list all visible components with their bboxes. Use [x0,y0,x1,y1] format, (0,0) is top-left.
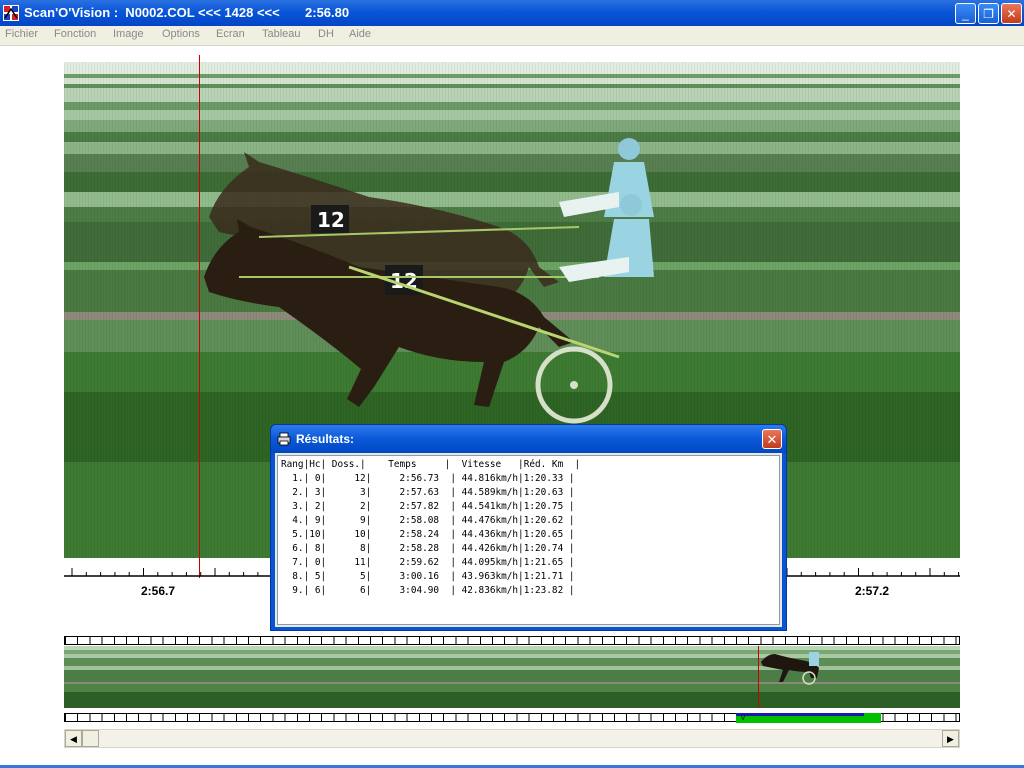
results-row: 5.|10| 10| 2:58.24 | 44.436km/h|1:20.65 … [281,529,575,540]
results-header: Rang|Hc| Doss.| Temps | Vitesse |Réd. Km… [281,459,581,470]
menu-image[interactable]: Image [113,28,144,40]
results-row: 7.| 0| 11| 2:59.62 | 44.095km/h|1:21.65 … [281,557,575,568]
window-title: Scan'O'Vision : N0002.COL <<< 1428 <<< 2… [24,5,350,20]
results-row: 2.| 3| 3| 2:57.63 | 44.589km/h|1:20.63 | [281,487,575,498]
app-icon[interactable] [3,5,19,21]
results-row: 3.| 2| 2| 2:57.82 | 44.541km/h|1:20.75 | [281,501,575,512]
printer-icon [277,432,291,446]
scroll-left-button[interactable]: ◀ [65,730,82,747]
results-row: 1.| 0| 12| 2:56.73 | 44.816km/h|1:20.33 … [281,473,575,484]
results-row: 6.| 8| 8| 2:58.28 | 44.426km/h|1:20.74 | [281,543,575,554]
menu-ecran[interactable]: Ecran [216,28,245,40]
menu-bar: Fichier Fonction Image Options Ecran Tab… [0,26,1024,46]
menu-fichier[interactable]: Fichier [5,28,38,40]
results-row: 9.| 6| 6| 3:04.90 | 42.836km/h|1:23.82 | [281,585,575,596]
scroll-thumb[interactable] [82,730,99,747]
selection-marker: v [741,713,745,722]
close-button[interactable]: ✕ [1001,3,1022,24]
menu-aide[interactable]: Aide [349,28,371,40]
results-row: 8.| 5| 5| 3:00.16 | 43.963km/h|1:21.71 | [281,571,575,582]
time-label-left: 2:56.7 [141,584,176,598]
time-label-right: 2:57.2 [855,584,890,598]
minimize-button[interactable]: _ [955,3,976,24]
menu-dh[interactable]: DH [318,28,334,40]
title-bar: Scan'O'Vision : N0002.COL <<< 1428 <<< 2… [0,0,1024,26]
saddle-cloth-number-back: 12 [317,208,345,232]
restore-button[interactable]: ❐ [978,3,999,24]
overview-ruler-top [64,636,960,645]
results-dialog-title: Résultats: [296,432,355,446]
overview-cursor-line[interactable] [758,646,759,708]
menu-fonction[interactable]: Fonction [54,28,96,40]
results-row: 4.| 9| 9| 2:58.08 | 44.476km/h|1:20.62 | [281,515,575,526]
finish-line-cursor[interactable] [199,55,200,578]
horizontal-scrollbar[interactable]: ◀ ▶ [64,729,960,748]
results-dialog: Résultats: ✕ Rang|Hc| Doss.| Temps | Vit… [270,424,787,631]
horses-image: 12 12 [204,138,654,424]
menu-tableau[interactable]: Tableau [262,28,301,40]
selection-range-current [736,713,864,716]
results-table[interactable]: Rang|Hc| Doss.| Temps | Vitesse |Réd. Km… [277,455,780,625]
menu-options[interactable]: Options [162,28,200,40]
scroll-right-button[interactable]: ▶ [942,730,959,747]
overview-horses-thumbnail [761,652,819,685]
results-close-button[interactable]: ✕ [762,429,782,449]
overview-strip[interactable] [64,646,960,708]
results-dialog-body: Rang|Hc| Doss.| Temps | Vitesse |Réd. Km… [275,453,782,627]
results-dialog-title-bar[interactable]: Résultats: ✕ [271,425,786,453]
